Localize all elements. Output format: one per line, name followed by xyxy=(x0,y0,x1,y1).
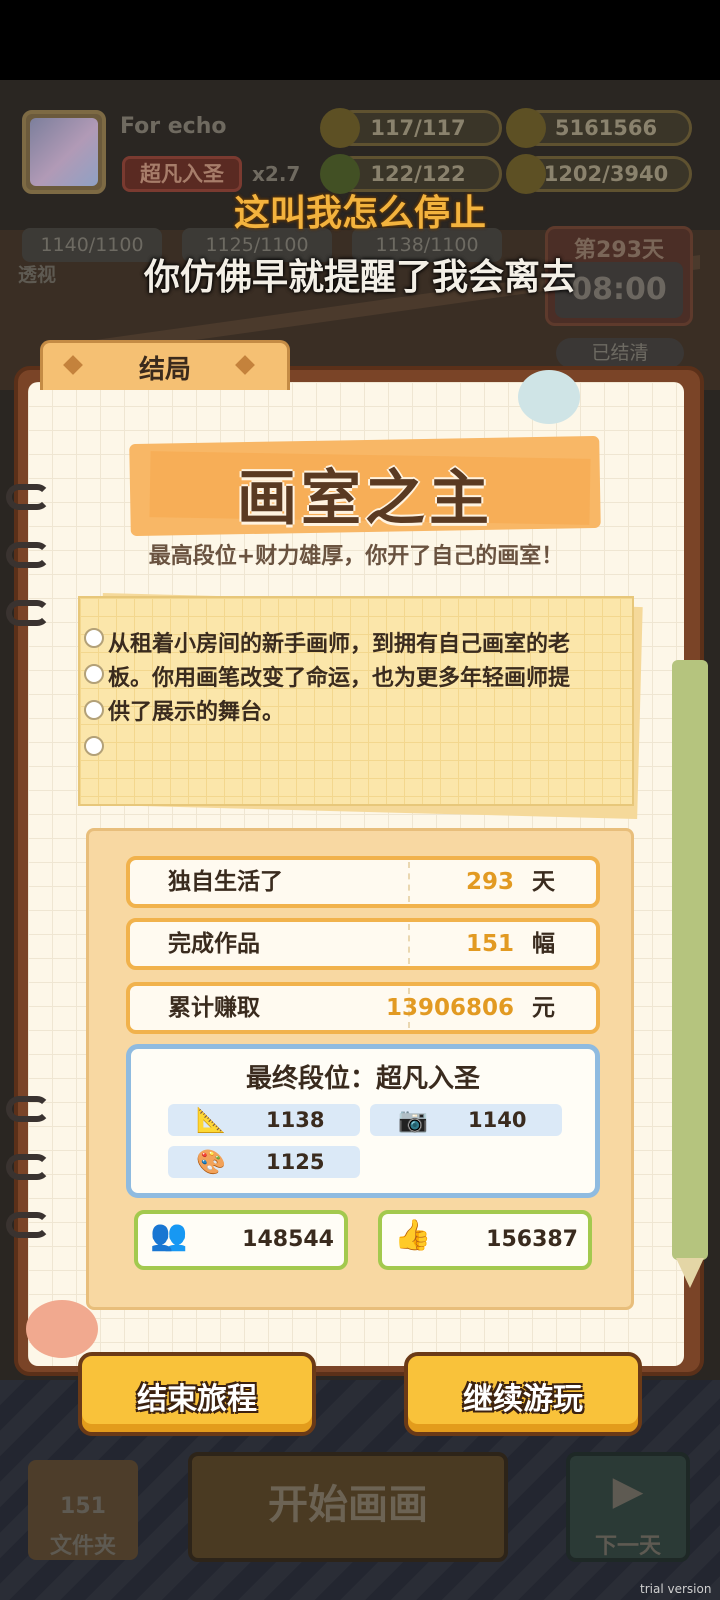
binder-ring xyxy=(6,600,50,626)
ruler-icon: 📐 xyxy=(196,1106,226,1134)
camera-icon: 📷 xyxy=(398,1106,428,1134)
next-day-label: 下一天 xyxy=(594,1534,661,1559)
ending-title: 画室之主 xyxy=(237,464,493,534)
punch-hole xyxy=(84,628,104,648)
stat-unit: 元 xyxy=(532,995,555,1021)
skill-value: 1138 xyxy=(266,1108,325,1132)
top-black-band xyxy=(0,0,720,80)
watermark: trial version xyxy=(640,1582,712,1596)
story-line: 从租着小房间的新手画师，到拥有自己画室的老 xyxy=(108,632,571,657)
stat-label: 累计赚取 xyxy=(168,995,260,1021)
binder-ring xyxy=(6,1154,50,1180)
stat-label: 完成作品 xyxy=(168,931,260,957)
ending-subtitle: 最高段位+财力雄厚，你开了自己的画室！ xyxy=(148,544,564,569)
thumbs-up-icon: 👍 xyxy=(394,1218,432,1253)
skill-camera: 📷 1140 xyxy=(370,1104,562,1136)
skill-value: 1125 xyxy=(266,1150,325,1174)
palette-icon: 🎨 xyxy=(196,1148,226,1176)
story-line: 供了展示的舞台。 xyxy=(108,700,285,725)
fans-icon: 👥 xyxy=(150,1218,188,1253)
settled-badge[interactable]: 已结清 xyxy=(556,338,684,368)
binder-ring xyxy=(6,1096,50,1122)
final-rank-title: 最终段位：超凡入圣 xyxy=(245,1064,480,1094)
player-name: For echo xyxy=(120,114,227,139)
ending-tab-label: 结局 xyxy=(138,355,191,385)
stat-unit: 幅 xyxy=(532,931,555,957)
fans-value: 148544 xyxy=(242,1227,334,1252)
avatar xyxy=(30,118,98,186)
folder-count: 151 xyxy=(60,1494,106,1519)
end-journey-label: 结束旅程 xyxy=(137,1382,257,1417)
inspiration-value: 1202/3940 xyxy=(543,162,669,186)
mascot-sticker-icon xyxy=(518,370,580,424)
multiplier: x2.7 xyxy=(252,162,301,186)
likes-value: 156387 xyxy=(486,1227,578,1252)
stat-label: 独自生活了 xyxy=(168,869,283,895)
skill-palette: 🎨 1125 xyxy=(168,1146,360,1178)
story-line: 板。你用画笔改变了命运，也为更多年轻画师提 xyxy=(108,666,571,691)
punch-hole xyxy=(84,736,104,756)
coins-value: 5161566 xyxy=(554,116,658,140)
skill-ruler: 📐 1138 xyxy=(168,1104,360,1136)
health-value: 122/122 xyxy=(370,162,466,186)
start-drawing-label: 开始画画 xyxy=(268,1482,428,1528)
settled-label: 已结清 xyxy=(591,342,649,364)
coin-icon xyxy=(506,108,546,148)
pencil-tip xyxy=(676,1258,704,1288)
stat-unit: 天 xyxy=(532,869,555,895)
continue-label: 继续游玩 xyxy=(463,1382,583,1417)
folder-label: 文件夹 xyxy=(49,1534,116,1559)
skill-value: 1140 xyxy=(468,1108,527,1132)
lightning-icon xyxy=(320,108,360,148)
subtitle-line-2: 你仿佛早就提醒了我会离去 xyxy=(143,257,576,298)
punch-hole xyxy=(84,664,104,684)
subtitle-line-1: 这叫我怎么停止 xyxy=(233,193,486,234)
fans-box: 👥 148544 xyxy=(134,1210,348,1270)
binder-ring xyxy=(6,484,50,510)
stat-value: 151 xyxy=(465,931,514,957)
stat-value: 293 xyxy=(465,869,514,895)
next-day-icon: ▶ xyxy=(612,1468,644,1514)
stat-value: 13906806 xyxy=(385,995,514,1021)
energy-value: 117/117 xyxy=(370,116,466,140)
likes-box: 👍 156387 xyxy=(378,1210,592,1270)
pencil-icon xyxy=(672,660,708,1260)
punch-hole xyxy=(84,700,104,720)
mascot-sticker-icon xyxy=(26,1300,98,1358)
binder-ring xyxy=(6,1212,50,1238)
